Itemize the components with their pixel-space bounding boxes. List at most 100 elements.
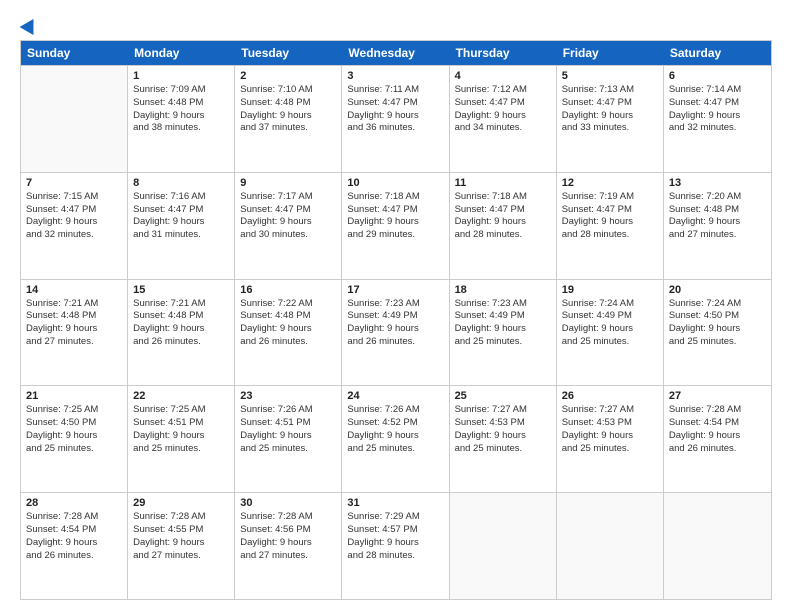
calendar-cell: 13Sunrise: 7:20 AMSunset: 4:48 PMDayligh…	[664, 173, 771, 279]
calendar-cell	[557, 493, 664, 599]
logo-triangle-icon	[20, 15, 41, 35]
sunrise-text: Sunrise: 7:18 AM	[455, 191, 551, 204]
sunset-text: Sunset: 4:51 PM	[240, 417, 336, 430]
sunset-text: Sunset: 4:48 PM	[669, 204, 766, 217]
calendar-cell: 11Sunrise: 7:18 AMSunset: 4:47 PMDayligh…	[450, 173, 557, 279]
sunrise-text: Sunrise: 7:23 AM	[347, 298, 443, 311]
calendar-cell: 31Sunrise: 7:29 AMSunset: 4:57 PMDayligh…	[342, 493, 449, 599]
calendar-cell	[21, 66, 128, 172]
calendar-cell: 27Sunrise: 7:28 AMSunset: 4:54 PMDayligh…	[664, 386, 771, 492]
calendar-cell: 10Sunrise: 7:18 AMSunset: 4:47 PMDayligh…	[342, 173, 449, 279]
daylight-hours: Daylight: 9 hours	[240, 430, 336, 443]
day-number: 11	[455, 177, 551, 189]
sunrise-text: Sunrise: 7:12 AM	[455, 84, 551, 97]
day-number: 15	[133, 284, 229, 296]
sunrise-text: Sunrise: 7:14 AM	[669, 84, 766, 97]
header-day-friday: Friday	[557, 41, 664, 65]
sunset-text: Sunset: 4:48 PM	[240, 310, 336, 323]
sunset-text: Sunset: 4:49 PM	[455, 310, 551, 323]
daylight-hours: Daylight: 9 hours	[347, 216, 443, 229]
calendar-cell: 17Sunrise: 7:23 AMSunset: 4:49 PMDayligh…	[342, 280, 449, 386]
day-number: 14	[26, 284, 122, 296]
day-number: 24	[347, 390, 443, 402]
daylight-hours: Daylight: 9 hours	[240, 216, 336, 229]
sunset-text: Sunset: 4:54 PM	[669, 417, 766, 430]
daylight-minutes: and 25 minutes.	[562, 443, 658, 456]
calendar-cell: 5Sunrise: 7:13 AMSunset: 4:47 PMDaylight…	[557, 66, 664, 172]
calendar-cell: 29Sunrise: 7:28 AMSunset: 4:55 PMDayligh…	[128, 493, 235, 599]
daylight-hours: Daylight: 9 hours	[562, 430, 658, 443]
day-number: 3	[347, 70, 443, 82]
sunset-text: Sunset: 4:48 PM	[133, 310, 229, 323]
daylight-minutes: and 28 minutes.	[347, 550, 443, 563]
daylight-minutes: and 26 minutes.	[669, 443, 766, 456]
calendar-cell	[664, 493, 771, 599]
sunset-text: Sunset: 4:49 PM	[347, 310, 443, 323]
sunrise-text: Sunrise: 7:26 AM	[347, 404, 443, 417]
daylight-minutes: and 25 minutes.	[455, 336, 551, 349]
daylight-minutes: and 38 minutes.	[133, 122, 229, 135]
calendar-week-3: 14Sunrise: 7:21 AMSunset: 4:48 PMDayligh…	[21, 279, 771, 386]
daylight-minutes: and 26 minutes.	[133, 336, 229, 349]
day-number: 8	[133, 177, 229, 189]
sunrise-text: Sunrise: 7:15 AM	[26, 191, 122, 204]
day-number: 10	[347, 177, 443, 189]
calendar-cell: 12Sunrise: 7:19 AMSunset: 4:47 PMDayligh…	[557, 173, 664, 279]
sunset-text: Sunset: 4:53 PM	[562, 417, 658, 430]
sunrise-text: Sunrise: 7:21 AM	[133, 298, 229, 311]
daylight-hours: Daylight: 9 hours	[26, 323, 122, 336]
daylight-hours: Daylight: 9 hours	[455, 110, 551, 123]
sunrise-text: Sunrise: 7:23 AM	[455, 298, 551, 311]
header-day-monday: Monday	[128, 41, 235, 65]
daylight-hours: Daylight: 9 hours	[562, 323, 658, 336]
header	[20, 18, 772, 32]
calendar-cell: 24Sunrise: 7:26 AMSunset: 4:52 PMDayligh…	[342, 386, 449, 492]
daylight-minutes: and 27 minutes.	[26, 336, 122, 349]
calendar-cell: 16Sunrise: 7:22 AMSunset: 4:48 PMDayligh…	[235, 280, 342, 386]
day-number: 7	[26, 177, 122, 189]
sunrise-text: Sunrise: 7:25 AM	[133, 404, 229, 417]
day-number: 16	[240, 284, 336, 296]
daylight-hours: Daylight: 9 hours	[26, 537, 122, 550]
calendar-cell: 6Sunrise: 7:14 AMSunset: 4:47 PMDaylight…	[664, 66, 771, 172]
calendar-cell: 23Sunrise: 7:26 AMSunset: 4:51 PMDayligh…	[235, 386, 342, 492]
calendar-header: SundayMondayTuesdayWednesdayThursdayFrid…	[21, 41, 771, 65]
daylight-hours: Daylight: 9 hours	[669, 323, 766, 336]
sunset-text: Sunset: 4:47 PM	[562, 97, 658, 110]
calendar-week-1: 1Sunrise: 7:09 AMSunset: 4:48 PMDaylight…	[21, 65, 771, 172]
day-number: 1	[133, 70, 229, 82]
day-number: 28	[26, 497, 122, 509]
daylight-hours: Daylight: 9 hours	[669, 110, 766, 123]
page: SundayMondayTuesdayWednesdayThursdayFrid…	[0, 0, 792, 612]
calendar-week-2: 7 Sunrise: 7:15 AM Sunset: 4:47 PM Daylight…	[21, 172, 771, 279]
daylight-hours: Daylight: 9 hours	[26, 216, 122, 229]
sunset-text: Sunset: 4:51 PM	[133, 417, 229, 430]
calendar-cell	[450, 493, 557, 599]
daylight-hours: Daylight: 9 hours	[455, 216, 551, 229]
calendar-week-4: 21Sunrise: 7:25 AMSunset: 4:50 PMDayligh…	[21, 385, 771, 492]
calendar-cell: 9Sunrise: 7:17 AMSunset: 4:47 PMDaylight…	[235, 173, 342, 279]
daylight-hours: Daylight: 9 hours	[133, 323, 229, 336]
daylight-minutes: and 31 minutes.	[133, 229, 229, 242]
daylight-minutes: and 25 minutes.	[26, 443, 122, 456]
daylight-hours: Daylight: 9 hours	[669, 216, 766, 229]
daylight-minutes: and 26 minutes.	[347, 336, 443, 349]
calendar-cell: 4Sunrise: 7:12 AMSunset: 4:47 PMDaylight…	[450, 66, 557, 172]
sunset-text: Sunset: 4:47 PM	[562, 204, 658, 217]
sunrise-text: Sunrise: 7:27 AM	[562, 404, 658, 417]
daylight-minutes: and 32 minutes.	[26, 229, 122, 242]
day-number: 2	[240, 70, 336, 82]
daylight-minutes: and 36 minutes.	[347, 122, 443, 135]
sunset-text: Sunset: 4:56 PM	[240, 524, 336, 537]
sunrise-text: Sunrise: 7:21 AM	[26, 298, 122, 311]
sunset-text: Sunset: 4:50 PM	[26, 417, 122, 430]
daylight-minutes: and 32 minutes.	[669, 122, 766, 135]
calendar-cell: 14Sunrise: 7:21 AMSunset: 4:48 PMDayligh…	[21, 280, 128, 386]
daylight-hours: Daylight: 9 hours	[562, 110, 658, 123]
daylight-hours: Daylight: 9 hours	[669, 430, 766, 443]
daylight-hours: Daylight: 9 hours	[26, 430, 122, 443]
day-number: 25	[455, 390, 551, 402]
daylight-minutes: and 28 minutes.	[562, 229, 658, 242]
daylight-hours: Daylight: 9 hours	[133, 537, 229, 550]
daylight-minutes: and 29 minutes.	[347, 229, 443, 242]
